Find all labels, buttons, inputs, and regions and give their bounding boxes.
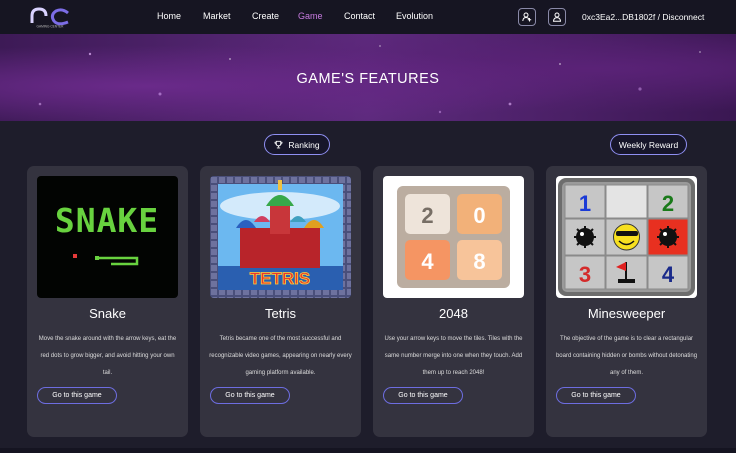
tile-2: 2 bbox=[421, 203, 433, 228]
nav-link-contact[interactable]: Contact bbox=[344, 11, 375, 21]
trophy-icon bbox=[274, 140, 283, 149]
user-add-icon bbox=[522, 12, 532, 22]
nav-link-create[interactable]: Create bbox=[252, 11, 279, 21]
page-title: GAME'S FEATURES bbox=[296, 71, 440, 87]
game-description: Use your arrow keys to move the tiles. T… bbox=[384, 336, 523, 376]
minesweeper-thumbnail: 1 2 3 4 bbox=[556, 176, 697, 298]
mine-icon bbox=[574, 226, 596, 248]
user-add-button[interactable] bbox=[518, 8, 536, 26]
ranking-button[interactable]: Ranking bbox=[264, 134, 330, 155]
wallet-disconnect-link[interactable]: 0xc3Ea2...DB1802f / Disconnect bbox=[582, 12, 704, 22]
tile-4: 4 bbox=[421, 249, 434, 274]
game-description: The objective of the game is to clear a … bbox=[555, 336, 698, 376]
game-card-minesweeper: 1 2 3 4 Minesweeper The objective of the… bbox=[546, 166, 707, 437]
mine-icon bbox=[657, 226, 679, 248]
weekly-reward-button[interactable]: Weekly Reward bbox=[610, 134, 687, 155]
game-title: Minesweeper bbox=[587, 306, 666, 321]
game-description: Move the snake around with the arrow key… bbox=[38, 336, 177, 376]
tetris-thumbnail: TETRIS bbox=[210, 176, 351, 298]
logo[interactable]: GAMING CENTER bbox=[28, 5, 72, 29]
nav-link-market[interactable]: Market bbox=[203, 11, 231, 21]
tile-8: 8 bbox=[473, 249, 485, 274]
user-icon bbox=[552, 12, 562, 22]
go-to-game-button[interactable]: Go to this game bbox=[556, 387, 636, 404]
logo-text: GAMING CENTER bbox=[37, 25, 65, 29]
tile-0: 0 bbox=[473, 203, 485, 228]
go-to-game-button[interactable]: Go to this game bbox=[210, 387, 290, 404]
go-to-game-button[interactable]: Go to this game bbox=[383, 387, 463, 404]
go-to-game-button[interactable]: Go to this game bbox=[37, 387, 117, 404]
bottom-bar bbox=[0, 448, 736, 453]
game-card-snake: SNAKE Snake Move the snake around with t… bbox=[27, 166, 188, 437]
tetris-thumb-text: TETRIS bbox=[250, 269, 310, 288]
2048-thumbnail: 2 0 4 8 bbox=[383, 176, 524, 298]
game-card-tetris: TETRIS Tetris Tetris became one of the m… bbox=[200, 166, 361, 437]
game-description: Tetris became one of the most successful… bbox=[209, 336, 352, 376]
cell-number-4: 4 bbox=[662, 262, 675, 287]
nav-link-evolution[interactable]: Evolution bbox=[396, 11, 433, 21]
game-title: Tetris bbox=[264, 306, 297, 321]
weekly-reward-label: Weekly Reward bbox=[618, 139, 679, 150]
profile-button[interactable] bbox=[548, 8, 566, 26]
nav-link-game[interactable]: Game bbox=[298, 11, 323, 21]
snake-thumbnail: SNAKE bbox=[37, 176, 178, 298]
cell-number-3: 3 bbox=[579, 262, 591, 287]
game-card-2048: 2 0 4 8 2048 Use your arrow keys to move… bbox=[373, 166, 534, 437]
cell-number-2: 2 bbox=[662, 191, 674, 216]
game-title: Snake bbox=[89, 306, 126, 321]
nav-link-home[interactable]: Home bbox=[157, 11, 181, 21]
hero-banner: GAME'S FEATURES bbox=[0, 34, 736, 121]
ranking-label: Ranking bbox=[288, 139, 320, 150]
navbar: GAMING CENTER Home Market Create Game Co… bbox=[0, 0, 736, 34]
cell-number-1: 1 bbox=[579, 191, 591, 216]
smiley-icon bbox=[613, 223, 640, 251]
game-title: 2048 bbox=[439, 306, 468, 321]
snake-thumb-text: SNAKE bbox=[55, 201, 159, 240]
